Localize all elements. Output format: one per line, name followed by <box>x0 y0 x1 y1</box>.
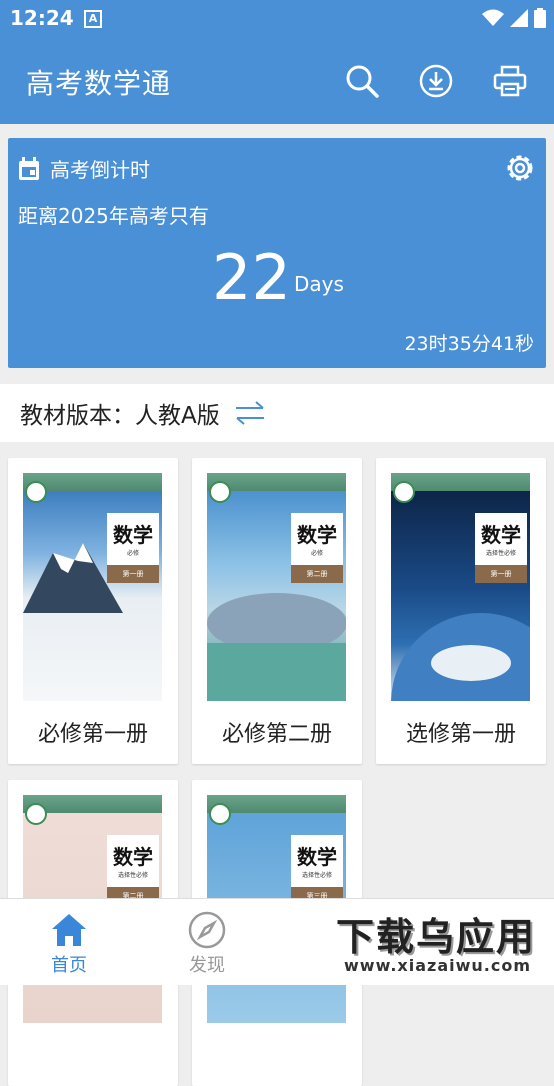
building-image <box>207 593 346 701</box>
countdown-unit: Days <box>294 272 344 296</box>
status-time: 12:24 <box>10 6 74 30</box>
publisher-logo-icon <box>25 803 47 825</box>
battery-icon <box>534 8 546 28</box>
watermark-logo: 下载乌应用 www.xiazaiwu.com <box>330 904 550 980</box>
tab-home[interactable]: 首页 <box>24 909 114 977</box>
book-title: 必修第一册 <box>37 722 148 747</box>
publisher-logo-icon <box>209 481 231 503</box>
tab-home-label: 首页 <box>51 955 87 976</box>
book-cover: 数学 必修 第一册 <box>23 473 162 701</box>
download-button[interactable] <box>416 61 456 101</box>
status-bar: 12:24 A <box>0 0 554 38</box>
countdown-days: 22 <box>212 241 291 314</box>
countdown-header: 高考倒计时 <box>50 158 150 182</box>
book-title: 选修第一册 <box>405 722 516 747</box>
publisher-logo-icon <box>393 481 415 503</box>
home-icon <box>52 914 86 946</box>
signal-icon <box>510 9 528 27</box>
book-title: 必修第二册 <box>221 722 332 747</box>
settings-button[interactable] <box>502 150 538 190</box>
download-icon <box>419 64 453 98</box>
search-button[interactable] <box>342 61 382 101</box>
compass-icon <box>188 911 226 949</box>
swap-edition-button[interactable] <box>234 400 266 426</box>
tab-discover-label: 发现 <box>189 955 225 976</box>
gear-icon <box>507 155 533 181</box>
tab-discover[interactable]: 发现 <box>162 909 252 977</box>
edition-selector[interactable]: 教材版本：人教A版 <box>0 384 554 442</box>
book-card[interactable]: 数学 必修 第二册 必修第二册 <box>192 458 362 764</box>
watermark-url: www.xiazaiwu.com <box>344 956 531 975</box>
publisher-logo-icon <box>209 803 231 825</box>
earth-image <box>391 613 530 701</box>
watermark-text: 下载乌应用 <box>336 915 537 959</box>
app-title: 高考数学通 <box>26 67 172 100</box>
publisher-logo-icon <box>25 481 47 503</box>
calendar-icon <box>19 156 39 180</box>
system-icons <box>482 8 546 28</box>
book-card[interactable]: 数学 选择性必修 第一册 选修第一册 <box>376 458 546 764</box>
edition-label: 教材版本：人教A版 <box>20 403 220 429</box>
print-button[interactable] <box>490 61 530 101</box>
countdown-subtitle: 距离2025年高考只有 <box>18 204 209 228</box>
notification-icon: A <box>84 10 102 28</box>
swap-icon <box>235 401 264 425</box>
book-card[interactable]: 数学 必修 第一册 必修第一册 <box>8 458 178 764</box>
wifi-icon <box>482 9 504 26</box>
countdown-remaining: 23时35分41秒 <box>404 333 534 355</box>
book-cover: 数学 必修 第二册 <box>207 473 346 701</box>
countdown-card: 高考倒计时 距离2025年高考只有 22 Days 23时35分41秒 <box>8 138 546 368</box>
book-cover: 数学 选择性必修 第一册 <box>391 473 530 701</box>
print-icon <box>493 65 527 97</box>
app-bar: 高考数学通 <box>0 38 554 124</box>
search-icon <box>346 65 379 98</box>
